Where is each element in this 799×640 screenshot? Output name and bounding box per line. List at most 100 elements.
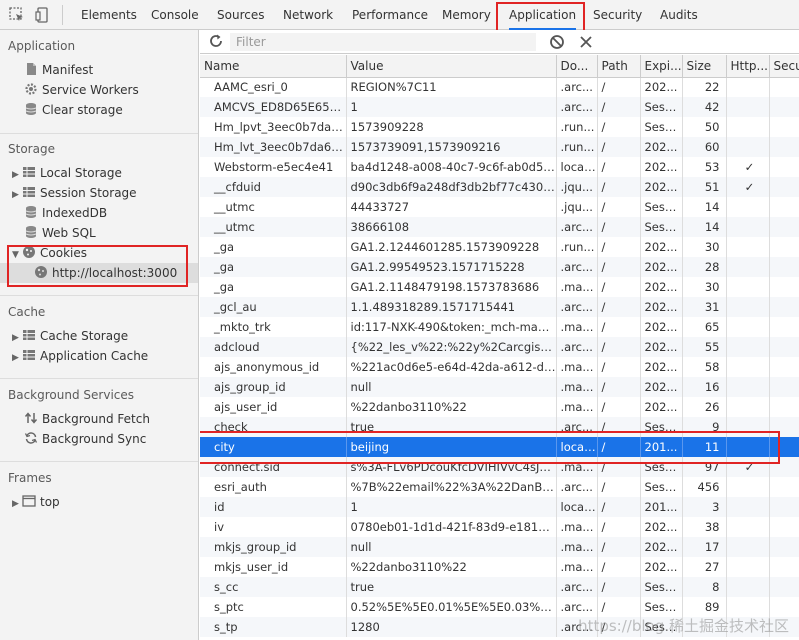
cell-size: 8	[682, 577, 727, 597]
column-header-value[interactable]: Value	[346, 55, 557, 78]
clear-all-icon[interactable]	[549, 34, 565, 50]
cell-value: 1	[346, 97, 557, 117]
filter-toolbar	[200, 30, 799, 54]
sidebar-item-cache-storage[interactable]: ▶ Cache Storage	[12, 326, 128, 346]
sidebar-item-background-fetch[interactable]: Background Fetch	[24, 409, 150, 429]
table-row[interactable]: AAMC_esri_0 REGION%7C11 .arc.../202... 22	[200, 77, 799, 97]
column-header-size[interactable]: Size	[682, 55, 727, 78]
cell-path: /	[597, 197, 641, 217]
cell-httponly	[726, 537, 770, 557]
table-row[interactable]: Webstorm-e5ec4e41 ba4d1248-a008-40c7-9c6f…	[200, 157, 799, 177]
cell-name: check	[200, 417, 347, 437]
sidebar-item-cookies[interactable]: ▼ Cookies	[12, 243, 87, 263]
cell-domain: .ma...	[556, 557, 598, 577]
tab-audits[interactable]: Audits	[660, 0, 698, 30]
column-header-domain[interactable]: Do...	[556, 55, 598, 78]
expand-arrow-icon[interactable]: ▶	[12, 328, 22, 348]
sidebar-item-background-sync[interactable]: Background Sync	[24, 429, 146, 449]
expand-arrow-icon[interactable]: ▶	[12, 494, 22, 514]
cell-path: /	[597, 117, 641, 137]
table-row[interactable]: esri_auth %7B%22email%22%3A%22DanBo3... .a…	[200, 477, 799, 497]
tab-sources[interactable]: Sources	[217, 0, 264, 30]
column-header-name[interactable]: Name	[200, 55, 347, 78]
tab-elements[interactable]: Elements	[81, 0, 137, 30]
cell-httponly: ✓	[726, 177, 770, 197]
expand-arrow-icon[interactable]: ▶	[12, 165, 22, 185]
table-row[interactable]: s_cc true .arc... / Sess... 8	[200, 577, 799, 597]
tab-application[interactable]: Application	[503, 0, 582, 30]
cell-expires: 202...	[640, 177, 683, 197]
table-row[interactable]: AMCVS_ED8D65E655F... 1 .arc... / Sess... 42	[200, 97, 799, 117]
cell-path: /	[597, 97, 641, 117]
sidebar-item-local-storage[interactable]: ▶ Local Storage	[12, 163, 122, 183]
sidebar-item-frame-top[interactable]: ▶ top	[12, 492, 60, 512]
tab-performance[interactable]: Performance	[352, 0, 428, 30]
cell-secure	[769, 317, 799, 337]
table-row[interactable]: mkjs_group_id null .ma.../202... 17	[200, 537, 799, 557]
cell-value: 1280	[346, 617, 557, 637]
device-toolbar-icon[interactable]	[34, 6, 52, 24]
table-row[interactable]: Hm_lpvt_3eec0b7da6... 1573909228 .run... / S…	[200, 117, 799, 137]
sidebar-item-localhost-cookies[interactable]: http://localhost:3000	[0, 263, 198, 283]
tab-network[interactable]: Network	[283, 0, 333, 30]
tab-console[interactable]: Console	[151, 0, 199, 30]
cell-value: {%22_les_v%22:%22y%2Carcgis.co...	[346, 337, 557, 357]
table-row[interactable]: ajs_anonymous_id %221ac0d6e5-e64d-42da-a6…	[200, 357, 799, 377]
expand-arrow-icon[interactable]: ▶	[12, 185, 22, 205]
cell-httponly	[726, 237, 770, 257]
table-row[interactable]: _mkto_trk id:117-NXK-490&token:_mch-mapb.…	[200, 317, 799, 337]
sidebar-item-service-workers[interactable]: Service Workers	[24, 80, 139, 100]
tab-memory[interactable]: Memory	[442, 0, 491, 30]
sidebar-item-clear-storage[interactable]: Clear storage	[24, 100, 123, 120]
table-row[interactable]: adcloud {%22_les_v%22:%22y%2Carcgis.co...…	[200, 337, 799, 357]
table-row[interactable]: mkjs_user_id %22danbo3110%22 .ma.../202...…	[200, 557, 799, 577]
cell-size: 27	[682, 557, 727, 577]
cell-domain: .ma...	[556, 457, 598, 477]
table-row[interactable]: check true .arc... / Sess... 9	[200, 417, 799, 437]
sidebar-item-indexeddb[interactable]: IndexedDB	[24, 203, 107, 223]
sidebar-item-web-sql[interactable]: Web SQL	[24, 223, 96, 243]
table-row[interactable]: _ga GA1.2.1244601285.1573909228 .run.../20…	[200, 237, 799, 257]
table-row[interactable]: iv 0780eb01-1d1d-421f-83d9-e18182... .ma..…	[200, 517, 799, 537]
column-header-secure[interactable]: Secu	[769, 55, 799, 78]
refresh-icon[interactable]	[208, 33, 224, 49]
cell-expires: Sess...	[640, 197, 683, 217]
column-header-httponly[interactable]: Http...	[726, 55, 770, 78]
table-row[interactable]: __utmc 38666108 .arc... / Sess... 14	[200, 217, 799, 237]
filter-input[interactable]	[230, 33, 536, 51]
sidebar-item-manifest[interactable]: Manifest	[24, 60, 93, 80]
cell-domain: .ma...	[556, 277, 598, 297]
table-row[interactable]: _gcl_au 1.1.489318289.1571715441 .arc.../2…	[200, 297, 799, 317]
section-title-application: Application	[8, 39, 76, 53]
table-row[interactable]: _ga GA1.2.1148479198.1573783686 .ma.../202…	[200, 277, 799, 297]
delete-selected-icon[interactable]	[578, 34, 594, 50]
column-header-path[interactable]: Path	[597, 55, 641, 78]
cell-size: 22	[682, 77, 727, 97]
table-row[interactable]: ajs_group_id null .ma.../202... 16	[200, 377, 799, 397]
cell-secure	[769, 277, 799, 297]
table-row[interactable]: _ga GA1.2.99549523.1571715228 .arc.../202.…	[200, 257, 799, 277]
table-row[interactable]: id 1 local.../201... 3	[200, 497, 799, 517]
collapse-arrow-icon[interactable]: ▼	[12, 245, 22, 265]
cookie-icon	[22, 245, 36, 259]
table-row[interactable]: __cfduid d90c3db6f9a248df3db2bf77c4301c..…	[200, 177, 799, 197]
cell-path: /	[597, 257, 641, 277]
table-row[interactable]: __utmc 44433727 .jqu... / Sess... 14	[200, 197, 799, 217]
table-row[interactable]: Hm_lvt_3eec0b7da654... 1573739091,1573909…	[200, 137, 799, 157]
cell-httponly	[726, 117, 770, 137]
table-row[interactable]: ajs_user_id %22danbo3110%22 .ma.../202... 2…	[200, 397, 799, 417]
tab-security[interactable]: Security	[593, 0, 642, 30]
table-header-row: Name Value Do... Path Expi... Size Http.…	[200, 55, 799, 78]
table-row[interactable]: connect.sid s%3A-FLv6PDcouKfcDVIHIVvC4sJU…	[200, 457, 799, 477]
cell-value: null	[346, 377, 557, 397]
table-row[interactable]: city beijing local.../201... 11	[200, 437, 799, 457]
sidebar-item-session-storage[interactable]: ▶ Session Storage	[12, 183, 137, 203]
cell-name: ajs_group_id	[200, 377, 347, 397]
expand-arrow-icon[interactable]: ▶	[12, 348, 22, 368]
column-header-expires[interactable]: Expi...	[640, 55, 683, 78]
inspect-element-icon[interactable]	[8, 6, 26, 24]
table-row[interactable]: s_ptc 0.52%5E%5E0.01%5E%5E0.03%5E%... .arc…	[200, 597, 799, 617]
cell-domain: .arc...	[556, 97, 598, 117]
sidebar-item-application-cache[interactable]: ▶ Application Cache	[12, 346, 148, 366]
cell-expires: 202...	[640, 297, 683, 317]
